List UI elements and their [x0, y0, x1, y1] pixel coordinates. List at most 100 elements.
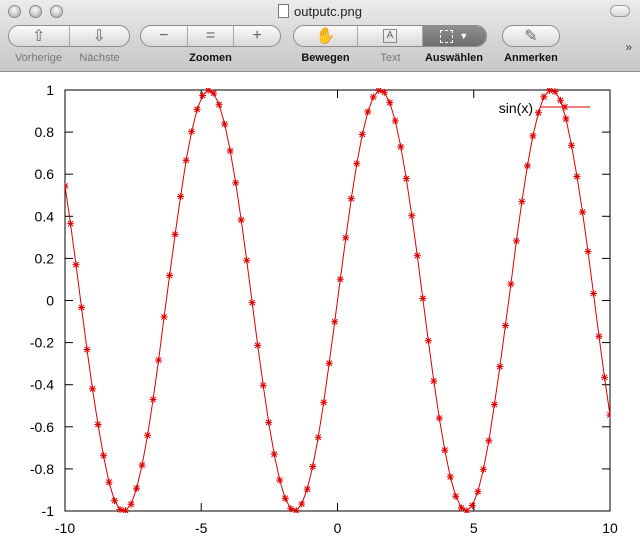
window-title-text: outputc.png [294, 4, 362, 19]
equals-icon: = [205, 27, 216, 44]
prev-next-control: ⇧ ⇩ [8, 25, 130, 47]
select-tool-button[interactable]: ▼ [422, 26, 486, 46]
zoom-out-button[interactable]: − [141, 26, 188, 46]
data-point [89, 385, 97, 393]
data-point [292, 507, 300, 513]
data-point [72, 261, 80, 269]
data-point [298, 500, 306, 508]
text-tool-button[interactable]: A [358, 26, 423, 46]
data-point [518, 198, 526, 206]
data-point [144, 431, 152, 439]
data-point [375, 88, 383, 94]
x-tick-label: -10 [55, 520, 75, 536]
data-point [496, 363, 504, 371]
data-point [210, 89, 218, 97]
data-point [65, 182, 69, 190]
data-point [501, 322, 509, 330]
window-title: outputc.png [0, 4, 640, 19]
y-tick-label: -0.2 [30, 335, 54, 351]
zoom-label: Zoomen [189, 52, 232, 64]
series-line [65, 89, 610, 512]
data-point [606, 411, 610, 419]
data-point [380, 88, 388, 96]
annotate-button[interactable]: ✎ [503, 26, 559, 46]
data-point [127, 500, 135, 508]
data-point [397, 143, 405, 151]
previous-button[interactable]: ⇧ [9, 26, 70, 46]
text-label: Text [380, 52, 401, 64]
data-point [105, 478, 113, 486]
plus-icon: + [252, 27, 262, 44]
data-point [94, 420, 102, 428]
y-tick-label: -0.6 [30, 419, 54, 435]
window-titlebar: outputc.png ⇧ ⇩ Vorherige Nächste − = + … [0, 0, 640, 72]
data-point [237, 216, 245, 224]
data-point [369, 93, 377, 101]
data-point [573, 173, 581, 181]
data-point [446, 473, 454, 481]
next-label: Nächste [79, 52, 120, 64]
data-point [595, 332, 603, 340]
data-point [221, 120, 229, 128]
data-point [155, 356, 163, 364]
data-point [441, 446, 449, 454]
data-point [215, 101, 223, 109]
data-point [122, 507, 130, 513]
data-point [166, 271, 174, 279]
data-point [358, 130, 366, 138]
data-point [276, 476, 284, 484]
data-point [188, 128, 196, 136]
toolbar-toggle-button[interactable] [610, 5, 630, 17]
hand-icon: ✋ [315, 28, 336, 45]
data-point [589, 290, 597, 298]
chart-legend: sin(x) [499, 100, 590, 116]
y-tick-label: -0.8 [30, 461, 54, 477]
data-point [177, 193, 185, 201]
zoom-in-button[interactable]: + [234, 26, 280, 46]
data-point [545, 88, 553, 94]
data-point [463, 507, 471, 513]
annotate-label: Anmerken [504, 52, 558, 64]
data-point [287, 505, 295, 513]
data-point [578, 208, 586, 216]
toolbar-overflow-button[interactable]: » [625, 40, 632, 54]
data-point [468, 502, 476, 510]
data-point [331, 318, 339, 326]
previous-label: Vorherige [14, 52, 63, 64]
data-point [562, 115, 570, 123]
move-tool-button[interactable]: ✋ [294, 26, 359, 46]
data-point [232, 179, 240, 187]
x-tick-label: -5 [195, 520, 208, 536]
data-point [408, 212, 416, 220]
next-button[interactable]: ⇩ [70, 26, 130, 46]
y-tick-label: 0.8 [35, 124, 55, 140]
data-point [281, 494, 289, 502]
data-point [512, 237, 520, 245]
data-point [325, 359, 333, 367]
data-point [507, 280, 515, 288]
data-point [314, 433, 322, 441]
data-point [303, 485, 311, 493]
pencil-icon: ✎ [524, 28, 538, 45]
data-point [149, 395, 157, 403]
select-label: Auswählen [424, 52, 484, 64]
data-point [419, 294, 427, 302]
data-point [243, 256, 251, 264]
chevron-down-icon: ▼ [459, 31, 469, 41]
data-point [111, 497, 119, 505]
annotate-control: ✎ [502, 25, 560, 47]
minus-icon: − [159, 27, 169, 44]
data-point [584, 247, 592, 255]
text-icon: A [382, 29, 397, 43]
data-point [485, 437, 493, 445]
data-point [138, 461, 146, 469]
data-point [402, 175, 410, 183]
actual-size-button[interactable]: = [188, 26, 235, 46]
x-tick-label: 5 [470, 520, 478, 536]
arrow-up-icon: ⇧ [32, 28, 46, 45]
data-point [391, 117, 399, 125]
data-point [551, 88, 559, 95]
legend-marker [561, 103, 569, 111]
y-tick-label: 0.6 [35, 166, 55, 182]
x-tick-label: 10 [602, 520, 618, 536]
